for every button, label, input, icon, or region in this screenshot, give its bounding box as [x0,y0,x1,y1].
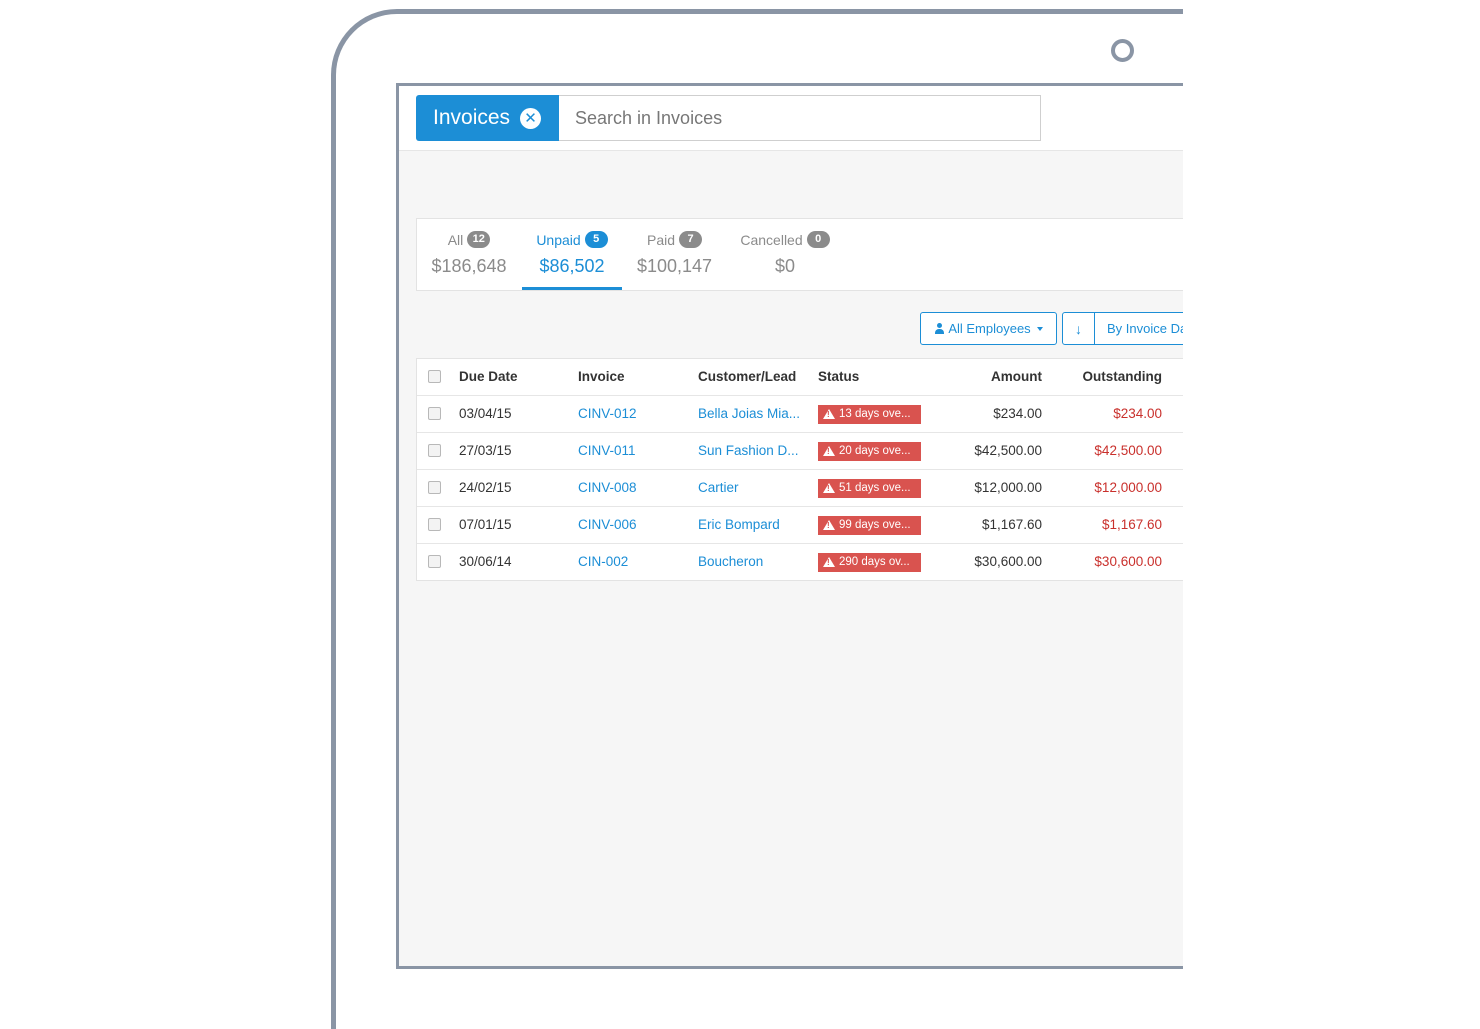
invoice-link[interactable]: CINV-012 [578,396,688,432]
status-cell: 20 days ove... [818,433,928,469]
tab-amount: $186,648 [431,256,507,276]
sort-control[interactable]: ↓ By Invoice Date [1062,312,1183,345]
table-row[interactable]: 03/04/15 CINV-012 Bella Joias Mia... 13 … [417,396,1183,433]
status-cell: 13 days ove... [818,396,928,432]
due-date: 07/01/15 [459,517,512,532]
overdue-badge: 290 days ov... [818,552,921,572]
image-crop-mask [1183,0,1480,987]
overdue-badge: 51 days ove... [818,478,921,498]
count-badge: 5 [584,231,608,248]
status-text: 51 days ove... [839,481,911,494]
overdue-badge: 20 days ove... [818,441,921,461]
customer-link[interactable]: Sun Fashion D... [698,433,808,469]
col-customer[interactable]: Customer/Lead [698,359,808,395]
col-invoice[interactable]: Invoice [578,359,688,395]
table-row[interactable]: 24/02/15 CINV-008 Cartier 51 days ove...… [417,470,1183,507]
customer-link[interactable]: Bella Joias Mia... [698,396,808,432]
warning-icon [823,483,835,494]
outstanding: $42,500.00 [1094,443,1162,458]
caret-down-icon [1036,326,1043,331]
customer-link[interactable]: Boucheron [698,544,808,580]
row-checkbox[interactable] [428,507,441,543]
amount: $12,000.00 [974,480,1042,495]
row-checkbox[interactable] [428,396,441,432]
tab-label: Cancelled [740,231,803,248]
summary-tabs: All 12 $186,648 Unpaid 5 $86,502 Paid 7 $10… [416,218,1183,291]
invoices-table: Due Date Invoice Customer/Lead Status Am… [416,358,1183,581]
table-header: Due Date Invoice Customer/Lead Status Am… [417,359,1183,396]
tab-paid[interactable]: Paid 7 $100,147 [632,219,717,290]
sort-direction-button[interactable]: ↓ [1063,313,1095,344]
amount: $30,600.00 [974,554,1042,569]
tab-amount: $86,502 [539,256,605,276]
status-cell: 290 days ov... [818,544,928,580]
invoice-link[interactable]: CIN-002 [578,544,688,580]
amount: $1,167.60 [981,517,1042,532]
status-text: 20 days ove... [839,444,911,457]
invoice-link[interactable]: CINV-011 [578,433,688,469]
outstanding: $30,600.00 [1094,554,1162,569]
table-row[interactable]: 27/03/15 CINV-011 Sun Fashion D... 20 da… [417,433,1183,470]
due-date: 27/03/15 [459,443,512,458]
person-icon [934,323,945,334]
camera-icon [1111,39,1134,62]
warning-icon [823,557,835,568]
table-row[interactable]: 07/01/15 CINV-006 Eric Bompard 99 days o… [417,507,1183,544]
table-row[interactable]: 30/06/14 CIN-002 Boucheron 290 days ov..… [417,544,1183,580]
tab-unpaid[interactable]: Unpaid 5 $86,502 [522,219,622,290]
due-date: 24/02/15 [459,480,512,495]
tab-all[interactable]: All 12 $186,648 [429,219,509,290]
tab-cancelled[interactable]: Cancelled 0 $0 [735,219,835,290]
tab-label: All [447,231,464,248]
status-text: 13 days ove... [839,407,911,420]
status-text: 290 days ov... [839,555,910,568]
row-checkbox[interactable] [428,470,441,506]
status-cell: 99 days ove... [818,507,928,543]
col-amount[interactable]: Amount [947,359,1042,395]
status-cell: 51 days ove... [818,470,928,506]
tab-amount: $0 [774,256,796,276]
amount: $42,500.00 [974,443,1042,458]
all-employees-dropdown[interactable]: All Employees [920,312,1057,345]
overdue-badge: 13 days ove... [818,404,921,424]
row-checkbox[interactable] [428,433,441,469]
col-status[interactable]: Status [818,359,928,395]
warning-icon [823,409,835,420]
col-due-date[interactable]: Due Date [459,359,569,395]
tab-label: Paid [646,231,676,248]
due-date: 03/04/15 [459,406,512,421]
search-input[interactable] [559,95,1041,141]
status-text: 99 days ove... [839,518,911,531]
due-date: 30/06/14 [459,554,512,569]
overdue-badge: 99 days ove... [818,515,921,535]
customer-link[interactable]: Cartier [698,470,808,506]
count-badge: 7 [679,231,703,248]
invoices-filter-chip[interactable]: Invoices ✕ [416,95,559,141]
employees-label: All Employees [948,321,1031,336]
outstanding: $12,000.00 [1094,480,1162,495]
customer-link[interactable]: Eric Bompard [698,507,808,543]
invoice-link[interactable]: CINV-006 [578,507,688,543]
amount: $234.00 [993,406,1042,421]
tab-label: Unpaid [536,231,581,248]
row-checkbox[interactable] [428,544,441,580]
select-all-checkbox[interactable] [428,359,441,395]
close-icon[interactable]: ✕ [520,107,542,129]
warning-icon [823,446,835,457]
count-badge: 0 [806,231,830,248]
col-outstanding[interactable]: Outstanding [1067,359,1163,395]
count-badge: 12 [467,231,491,248]
sort-by-button[interactable]: By Invoice Date [1095,321,1183,336]
outstanding: $1,167.60 [1101,517,1162,532]
tab-amount: $100,147 [636,256,713,276]
filter-chip-label: Invoices [433,106,511,129]
outstanding: $234.00 [1113,406,1162,421]
invoice-link[interactable]: CINV-008 [578,470,688,506]
app-screen: Invoices ✕ All12 $186,648 Unpaid5 $86,50… [396,83,1183,969]
search-bar: Invoices ✕ [399,86,1183,151]
warning-icon [823,520,835,531]
